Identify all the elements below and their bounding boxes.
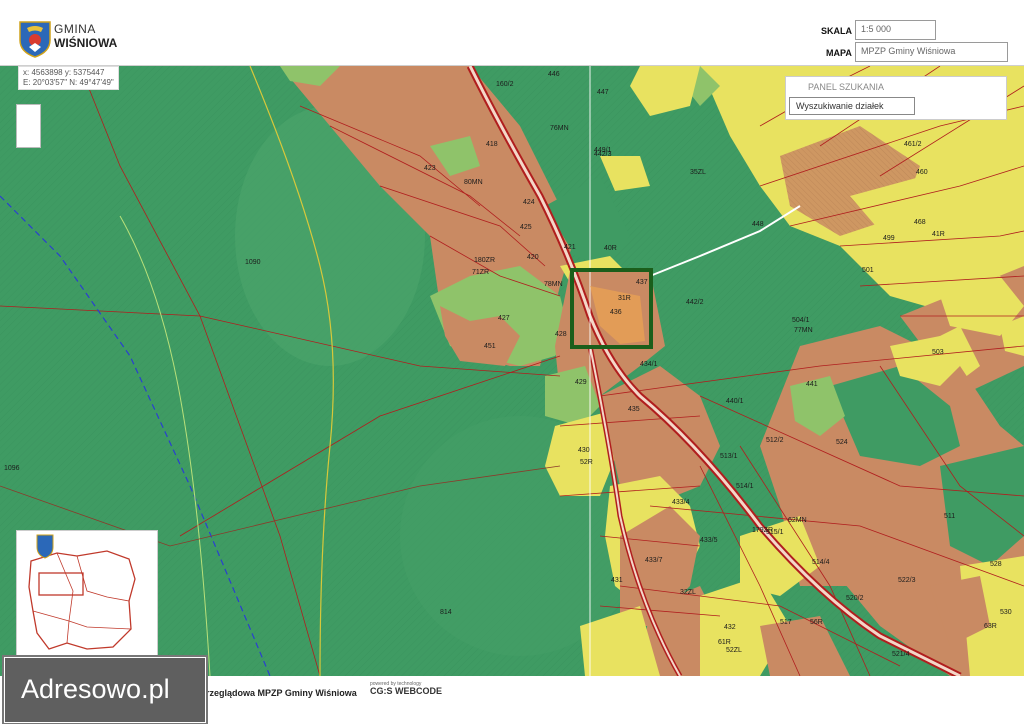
parcel-label: 442/3 xyxy=(594,151,612,158)
parcel-label: 424 xyxy=(523,199,535,206)
parcel-label: 418 xyxy=(486,141,498,148)
parcel-label: 421 xyxy=(564,244,576,251)
parcel-label: 179ZR xyxy=(752,527,773,534)
parcel-label: 437 xyxy=(636,279,648,286)
parcel-label: 435 xyxy=(628,406,640,413)
map-label: MAPA xyxy=(826,48,852,58)
parcel-label: 460 xyxy=(916,169,928,176)
parcel-label: 434/1 xyxy=(640,361,658,368)
parcel-label: 1090 xyxy=(245,259,261,266)
parcel-label: 520/2 xyxy=(846,595,864,602)
scale-label: SKALA xyxy=(821,26,852,36)
parcel-label: 423 xyxy=(424,165,436,172)
parcel-label: 503 xyxy=(932,349,944,356)
parcel-label: 440/1 xyxy=(726,398,744,405)
parcel-label: 524 xyxy=(836,439,848,446)
parcel-label: 429 xyxy=(575,379,587,386)
parcel-label: 56R xyxy=(810,619,823,626)
parcel-label: 32ZL xyxy=(680,589,696,596)
watermark-text: Adresowo.pl xyxy=(21,674,170,704)
parcel-label: 420 xyxy=(527,254,539,261)
search-panel: PANEL SZUKANIA Wyszukiwanie działek xyxy=(785,76,1007,120)
parcel-label: 446 xyxy=(548,71,560,78)
parcel-label: 427 xyxy=(498,315,510,322)
parcel-label: 76MN xyxy=(550,125,569,132)
parcel-label: 160/2 xyxy=(496,81,514,88)
parcel-label: 511 xyxy=(944,513,955,520)
coordinates-latlon: E: 20°03'57" N: 49°47'49" xyxy=(23,78,114,87)
parcel-label: 428 xyxy=(555,331,567,338)
parcel-label: 433/4 xyxy=(672,499,690,506)
parcel-label: 80MN xyxy=(464,179,483,186)
parcel-label: 40R xyxy=(604,245,617,252)
parcel-label: 814 xyxy=(440,609,452,616)
coordinates-xy: x: 4563898 y: 5375447 xyxy=(23,68,105,77)
brand-line-2: WIŚNIOWA xyxy=(54,36,118,50)
parcel-label: 512/2 xyxy=(766,437,784,444)
parcel-label: 62MN xyxy=(788,517,807,524)
parcel-label: 71ZR xyxy=(472,269,489,276)
watermark: Adresowo.pl xyxy=(4,657,206,723)
parcel-label: 499 xyxy=(883,235,895,242)
parcel-label: 521/4 xyxy=(892,651,910,658)
parcel-label: 432 xyxy=(724,624,736,631)
parcel-label: 447 xyxy=(597,89,609,96)
parcel-label: 433/5 xyxy=(700,537,718,544)
map-select[interactable]: MPZP Gminy Wiśniowa xyxy=(855,42,1008,62)
parcel-label: 52R xyxy=(580,459,593,466)
parcel-label: 461/2 xyxy=(904,141,922,148)
parcel-label: 522/3 xyxy=(898,577,916,584)
parcel-label: 63R xyxy=(984,623,997,630)
brand-name: GMINA WIŚNIOWA xyxy=(54,22,117,50)
parcel-label: 31R xyxy=(618,295,631,302)
parcel-label: 468 xyxy=(914,219,926,226)
parcel-label: 61R xyxy=(718,639,731,646)
overview-map-graphic xyxy=(28,534,136,650)
technology-logo: CG:S WEBCODE xyxy=(370,686,442,696)
parcel-label: 504/1 xyxy=(792,317,810,324)
parcel-label: 448 xyxy=(752,221,764,228)
parcel-label: 78MN xyxy=(544,281,563,288)
scale-select[interactable]: 1:5 000 xyxy=(855,20,936,40)
parcel-label: 528 xyxy=(990,561,1002,568)
brand-line-1: GMINA xyxy=(54,22,96,36)
coordinates-readout: x: 4563898 y: 5375447 E: 20°03'57" N: 49… xyxy=(18,66,119,90)
parcel-label: 425 xyxy=(520,224,532,231)
parcel-label: 514/4 xyxy=(812,559,830,566)
parcel-label: 433/7 xyxy=(645,557,663,564)
parcel-label: 530 xyxy=(1000,609,1012,616)
zoom-control[interactable] xyxy=(16,104,41,148)
parcel-label: 514/1 xyxy=(736,483,754,490)
search-panel-title[interactable]: PANEL SZUKANIA xyxy=(808,82,884,92)
top-bar: GMINA WIŚNIOWA SKALA 1:5 000 MAPA MPZP G… xyxy=(0,0,1024,66)
parcel-label: 436 xyxy=(610,309,622,316)
parcel-label: 430 xyxy=(578,447,590,454)
parcel-search-button[interactable]: Wyszukiwanie działek xyxy=(789,97,915,115)
parcel-label: 517 xyxy=(780,619,792,626)
overview-map[interactable] xyxy=(16,530,158,656)
parcel-label: 501 xyxy=(862,267,874,274)
parcel-label: 180ZR xyxy=(474,257,495,264)
parcel-label: 1096 xyxy=(4,465,20,472)
parcel-label: 513/1 xyxy=(720,453,738,460)
parcel-label: 441 xyxy=(806,381,818,388)
parcel-label: 77MN xyxy=(794,327,813,334)
coat-of-arms-logo xyxy=(19,21,51,58)
parcel-label: 451 xyxy=(484,343,496,350)
footer-title: Przeglądowa MPZP Gminy Wiśniowa xyxy=(200,688,357,698)
parcel-label: 41R xyxy=(932,231,945,238)
parcel-label: 35ZL xyxy=(690,169,706,176)
parcel-label: 431 xyxy=(611,577,623,584)
parcel-label: 442/2 xyxy=(686,299,704,306)
parcel-label: 52ZL xyxy=(726,647,742,654)
